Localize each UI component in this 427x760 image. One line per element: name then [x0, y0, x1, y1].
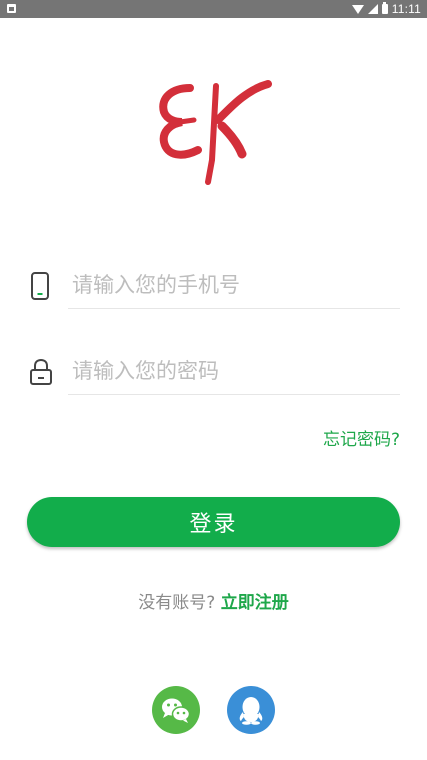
- register-prompt: 没有账号?: [138, 593, 216, 613]
- status-time: 11:11: [391, 2, 421, 16]
- wifi-icon: [351, 4, 364, 14]
- notification-icon: [7, 4, 16, 13]
- wechat-icon: [162, 698, 191, 723]
- phone-input-underline: [68, 264, 404, 309]
- qq-login-button[interactable]: [227, 686, 275, 734]
- battery-icon: [381, 2, 388, 14]
- wechat-login-button[interactable]: [152, 686, 200, 734]
- app-logo: [150, 70, 280, 190]
- password-input[interactable]: [68, 350, 404, 392]
- register-link[interactable]: 立即注册: [221, 593, 289, 613]
- lock-icon: [28, 358, 54, 386]
- password-input-underline: [68, 350, 404, 395]
- signal-icon: [367, 4, 378, 14]
- phone-input[interactable]: [68, 264, 404, 306]
- forgot-password-link[interactable]: 忘记密码?: [323, 425, 400, 450]
- logo-ek-icon: [159, 80, 272, 185]
- login-button[interactable]: 登录: [27, 497, 400, 547]
- phone-icon: [28, 272, 54, 300]
- password-field: [28, 350, 404, 395]
- status-bar: 11:11: [0, 0, 427, 18]
- phone-field: [28, 264, 404, 309]
- register-row: 没有账号? 立即注册: [0, 588, 427, 613]
- qq-icon: [239, 697, 263, 725]
- status-icons: 11:11: [351, 0, 421, 18]
